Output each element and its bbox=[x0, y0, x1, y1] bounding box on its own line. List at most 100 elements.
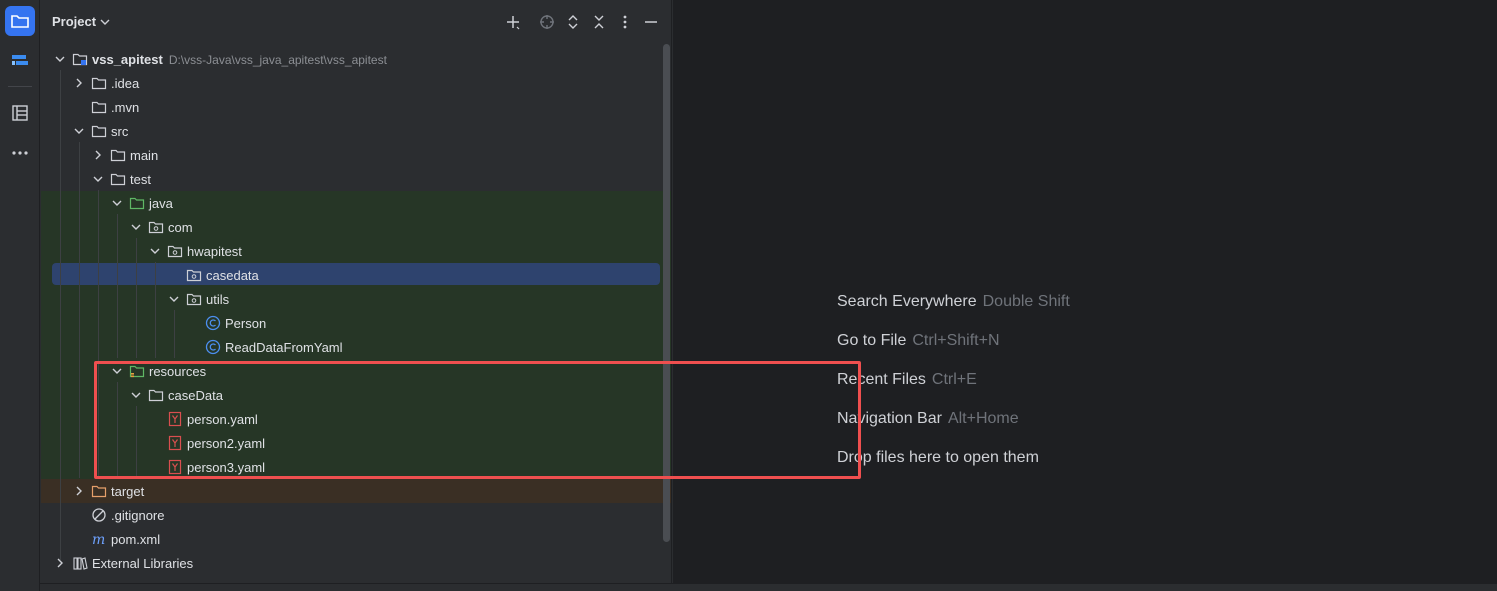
tree-row[interactable]: src bbox=[41, 119, 661, 143]
tree-item-label: test bbox=[130, 172, 151, 187]
tree-item-label: person.yaml bbox=[187, 412, 258, 427]
tree-item-name: main bbox=[130, 148, 159, 163]
tree-item-name: person3.yaml bbox=[187, 460, 266, 475]
tree-item-name: vss_apitest bbox=[92, 52, 163, 67]
strip-separator bbox=[8, 86, 32, 87]
tree-row[interactable]: ReadDataFromYaml bbox=[41, 335, 661, 359]
tree-row[interactable]: target bbox=[41, 479, 661, 503]
tree-item-name: java bbox=[149, 196, 173, 211]
tree-row[interactable]: person2.yaml bbox=[41, 431, 661, 455]
folder-icon bbox=[91, 77, 107, 90]
tree-row[interactable]: hwapitest bbox=[41, 239, 661, 263]
tree-item-name: target bbox=[111, 484, 145, 499]
tree-item-name: com bbox=[168, 220, 193, 235]
tool-window-strip bbox=[0, 0, 40, 591]
tree-item-label: person2.yaml bbox=[187, 436, 265, 451]
minimize-icon bbox=[645, 21, 657, 23]
tree-row[interactable]: m pom.xml bbox=[41, 527, 661, 551]
tree-row[interactable]: person.yaml bbox=[41, 407, 661, 431]
chevron-down-icon[interactable] bbox=[111, 365, 123, 377]
expand-all-button[interactable] bbox=[564, 13, 582, 31]
tree-item-label: java bbox=[149, 196, 173, 211]
tree-row[interactable]: java bbox=[41, 191, 661, 215]
chevron-down-icon[interactable] bbox=[168, 293, 180, 305]
tree-item-label: ReadDataFromYaml bbox=[225, 340, 343, 355]
tree-row[interactable]: caseData bbox=[41, 383, 661, 407]
ignore-file-icon bbox=[92, 508, 106, 522]
folder-icon bbox=[110, 149, 126, 162]
module-path: D:\vss-Java\vss_java_apitest\vss_apitest bbox=[168, 53, 387, 67]
tree-item-label: com bbox=[168, 220, 193, 235]
project-view-selector[interactable]: Project bbox=[52, 14, 110, 29]
folder-icon bbox=[148, 389, 164, 402]
chevron-down-icon[interactable] bbox=[130, 389, 142, 401]
new-file-button[interactable] bbox=[504, 13, 522, 31]
bottom-edge bbox=[40, 583, 1497, 591]
chevron-right-icon[interactable] bbox=[92, 149, 104, 161]
package-icon bbox=[148, 221, 164, 234]
class-icon bbox=[205, 315, 221, 331]
structure-plugin-button[interactable] bbox=[5, 46, 35, 76]
tree-item-label: .mvn bbox=[111, 100, 139, 115]
chevron-down-icon[interactable] bbox=[111, 197, 123, 209]
tree-item-name: person.yaml bbox=[187, 412, 258, 427]
hide-panel-button[interactable] bbox=[642, 13, 660, 31]
tree-row[interactable]: utils bbox=[41, 287, 661, 311]
tree-row[interactable]: casedata bbox=[41, 263, 661, 287]
tree-row[interactable]: person3.yaml bbox=[41, 455, 661, 479]
module-folder-icon bbox=[72, 53, 88, 66]
collapse-all-button[interactable] bbox=[590, 13, 608, 31]
tree-item-name: test bbox=[130, 172, 151, 187]
tree-row[interactable]: com bbox=[41, 215, 661, 239]
chevron-right-icon[interactable] bbox=[54, 557, 66, 569]
tree-item-label: person3.yaml bbox=[187, 460, 265, 475]
hint-navigation-bar: Navigation Bar Alt+Home bbox=[837, 410, 1019, 427]
package-icon bbox=[167, 245, 183, 258]
tree-item-name: resources bbox=[149, 364, 207, 379]
tree-scrollbar[interactable] bbox=[663, 44, 670, 542]
folder-icon bbox=[91, 101, 107, 114]
folder-icon bbox=[110, 173, 126, 186]
chevron-down-icon[interactable] bbox=[54, 53, 66, 65]
tree-row[interactable]: main bbox=[41, 143, 661, 167]
tree-row[interactable]: resources bbox=[41, 359, 661, 383]
tree-item-name: caseData bbox=[168, 388, 223, 403]
tree-row[interactable]: External Libraries bbox=[41, 551, 661, 575]
tree-row[interactable]: vss_apitest D:\vss-Java\vss_java_apitest\… bbox=[41, 47, 661, 71]
chevron-right-icon[interactable] bbox=[73, 485, 85, 497]
class-icon bbox=[205, 339, 221, 355]
tree-item-name: utils bbox=[206, 292, 230, 307]
structure-tool-button[interactable] bbox=[5, 98, 35, 128]
tree-row[interactable]: .gitignore bbox=[41, 503, 661, 527]
options-button[interactable] bbox=[616, 13, 634, 31]
tree-item-name: ReadDataFromYaml bbox=[225, 340, 343, 355]
chevron-down-icon[interactable] bbox=[92, 173, 104, 185]
tree-item-name: pom.xml bbox=[111, 532, 161, 547]
tree-item-label: .idea bbox=[111, 76, 139, 91]
panel-title: Project bbox=[52, 14, 97, 29]
hint-search-everywhere: Search Everywhere Double Shift bbox=[837, 293, 1070, 310]
tree-item-name: src bbox=[111, 124, 129, 139]
tree-row[interactable]: .mvn bbox=[41, 95, 661, 119]
tree-item-label: pom.xml bbox=[111, 532, 160, 547]
hint-recent-files: Recent Files Ctrl+E bbox=[837, 371, 977, 388]
chevron-right-icon[interactable] bbox=[73, 77, 85, 89]
tree-row[interactable]: Person bbox=[41, 311, 661, 335]
tree-item-label: casedata bbox=[206, 268, 259, 283]
project-tool-button[interactable] bbox=[5, 6, 35, 36]
chevron-down-icon[interactable] bbox=[73, 125, 85, 137]
more-tools-button[interactable] bbox=[5, 138, 35, 168]
chevron-down-icon[interactable] bbox=[130, 221, 142, 233]
package-icon bbox=[186, 269, 202, 282]
yaml-file-icon bbox=[168, 459, 182, 475]
ide-window: Project vss_apitest D:\vss-Java\vss_java… bbox=[0, 0, 1497, 591]
tree-row[interactable]: test bbox=[41, 167, 661, 191]
select-opened-file-button[interactable] bbox=[538, 13, 556, 31]
tree-item-label: resources bbox=[149, 364, 206, 379]
tree-item-name: casedata bbox=[206, 268, 259, 283]
chevron-down-icon[interactable] bbox=[149, 245, 161, 257]
editor-empty-area: Search Everywhere Double Shift Go to File… bbox=[673, 0, 1497, 583]
tree-row[interactable]: .idea bbox=[41, 71, 661, 95]
tree-item-label: main bbox=[130, 148, 158, 163]
yaml-file-icon bbox=[168, 411, 182, 427]
